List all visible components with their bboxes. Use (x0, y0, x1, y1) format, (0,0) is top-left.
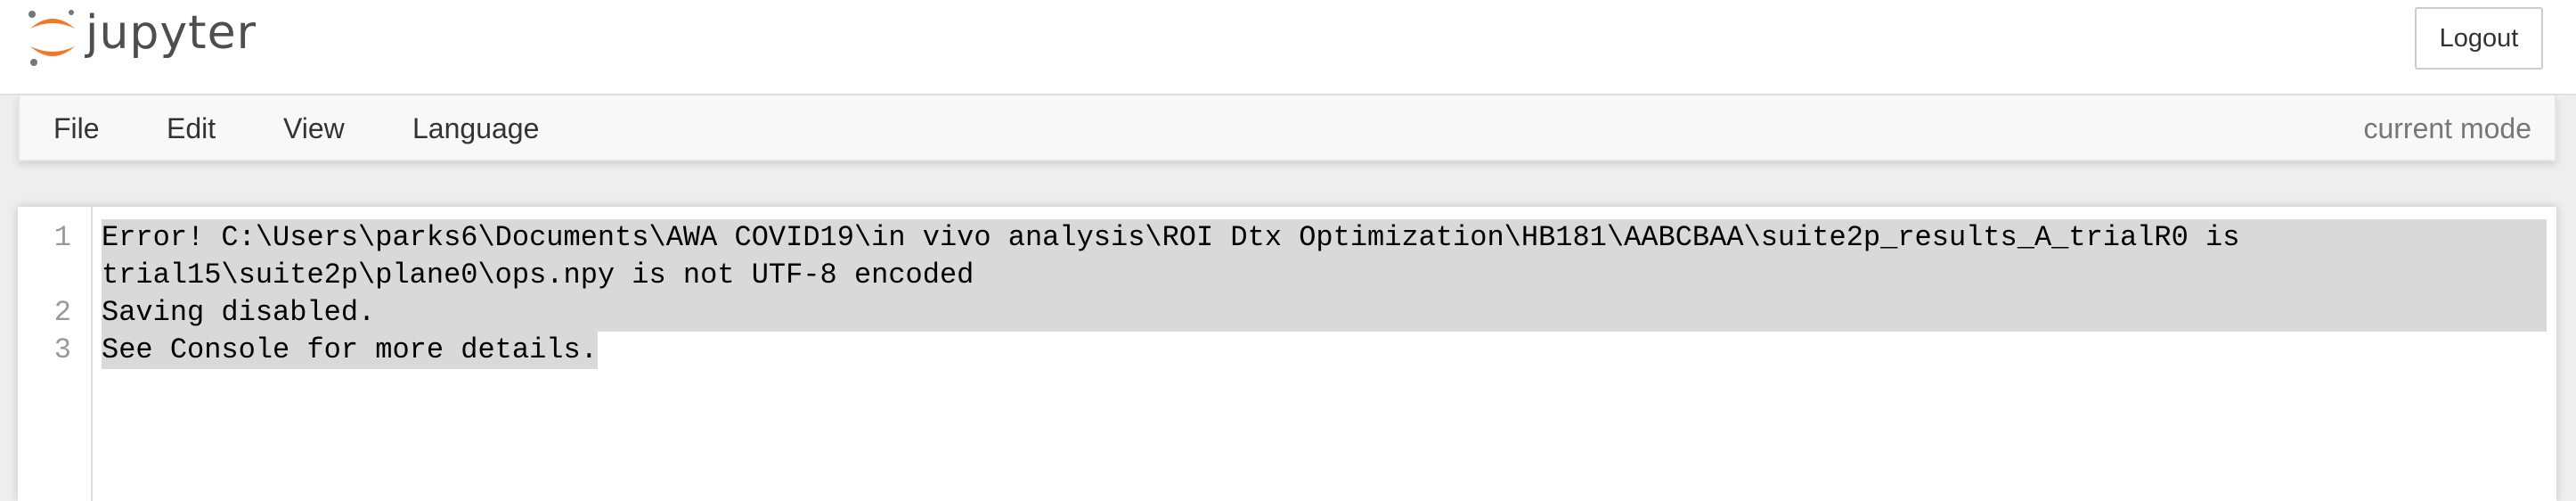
logo-text: jupyter (86, 6, 257, 60)
jupyter-logo[interactable]: jupyter (25, 5, 257, 68)
line-number: 1 (53, 221, 71, 254)
code-content[interactable]: Error! C:\Users\parks6\Documents\AWA COV… (102, 219, 2547, 369)
code-line[interactable]: Error! C:\Users\parks6\Documents\AWA COV… (102, 219, 2547, 257)
mode-label: current mode (2363, 112, 2531, 144)
menu-file[interactable]: File (53, 95, 100, 161)
line-number: 2 (53, 296, 71, 329)
header: jupyter Logout (0, 0, 2576, 95)
line-number-gutter: 1 2 3 (18, 207, 93, 501)
code-line[interactable]: See Console for more details. (102, 332, 598, 369)
menubar: File Edit View Language current mode (18, 95, 2556, 161)
code-line-wrapped[interactable]: trial15\suite2p\plane0\ops.npy is not UT… (102, 257, 2547, 294)
logout-button[interactable]: Logout (2415, 7, 2543, 70)
menu-edit[interactable]: Edit (167, 95, 216, 161)
text-editor[interactable]: 1 2 3 Error! C:\Users\parks6\Documents\A… (18, 207, 2556, 501)
line-number: 3 (53, 333, 71, 366)
menu-language[interactable]: Language (412, 95, 539, 161)
code-line[interactable]: Saving disabled. (102, 294, 2547, 332)
menu-view[interactable]: View (283, 95, 345, 161)
jupyter-logo-icon (25, 5, 80, 68)
